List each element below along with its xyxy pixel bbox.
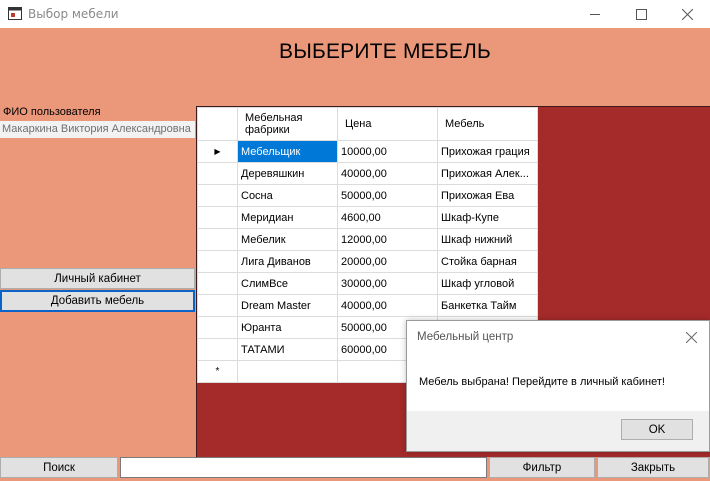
client-area: ВЫБЕРИТЕ МЕБЕЛЬ ФИО пользователя Макарки… <box>0 28 710 481</box>
filter-button[interactable]: Фильтр <box>489 457 595 478</box>
table-cell-factory[interactable]: Юранта <box>237 316 338 339</box>
row-header[interactable] <box>197 228 238 251</box>
row-header[interactable] <box>197 250 238 273</box>
close-icon <box>685 331 697 343</box>
table-row[interactable]: Лига Диванов 20000,00 Стойка барная <box>197 250 538 273</box>
row-header[interactable] <box>197 206 238 229</box>
personal-cabinet-button[interactable]: Личный кабинет <box>0 268 195 289</box>
table-cell-price[interactable]: 4600,00 <box>337 206 438 229</box>
row-header-corner <box>197 107 238 141</box>
table-cell-factory[interactable]: ТАТАМИ <box>237 338 338 361</box>
dialog-close-button[interactable] <box>681 327 701 347</box>
table-cell-furniture[interactable]: Шкаф угловой <box>437 272 538 295</box>
close-window-button[interactable] <box>664 0 710 28</box>
table-cell-factory[interactable]: Лига Диванов <box>237 250 338 273</box>
table-cell-factory[interactable]: Меридиан <box>237 206 338 229</box>
row-header[interactable] <box>197 316 238 339</box>
current-row-indicator: ▶ <box>197 140 238 163</box>
table-cell-furniture[interactable]: Прихожая Алек... <box>437 162 538 185</box>
table-cell-furniture[interactable]: Шкаф-Купе <box>437 206 538 229</box>
table-row[interactable]: Меридиан 4600,00 Шкаф-Купе <box>197 206 538 229</box>
table-cell-factory[interactable]: Dream Master <box>237 294 338 317</box>
maximize-icon <box>635 8 647 20</box>
new-row-indicator: * <box>197 360 238 383</box>
table-cell-factory[interactable]: Мебельщик <box>237 140 338 163</box>
table-row[interactable]: Dream Master 40000,00 Банкетка Тайм <box>197 294 538 317</box>
table-cell-factory[interactable]: Сосна <box>237 184 338 207</box>
title-bar: Выбор мебели <box>0 0 710 28</box>
dialog-footer: OK <box>407 411 709 451</box>
row-header[interactable] <box>197 294 238 317</box>
table-cell-factory[interactable] <box>237 360 338 383</box>
table-cell-price[interactable]: 20000,00 <box>337 250 438 273</box>
table-cell-price[interactable]: 10000,00 <box>337 140 438 163</box>
table-cell-furniture[interactable]: Банкетка Тайм <box>437 294 538 317</box>
column-header-price[interactable]: Цена <box>337 107 438 141</box>
table-cell-price[interactable]: 40000,00 <box>337 294 438 317</box>
user-label: ФИО пользователя <box>3 106 101 118</box>
dialog-title: Мебельный центр <box>417 331 514 343</box>
table-cell-furniture[interactable]: Стойка барная <box>437 250 538 273</box>
close-icon <box>681 8 693 20</box>
table-row[interactable]: Деревяшкин 40000,00 Прихожая Алек... <box>197 162 538 185</box>
close-button[interactable]: Закрыть <box>597 457 709 478</box>
row-header[interactable] <box>197 272 238 295</box>
dialog-message: Мебель выбрана! Перейдите в личный кабин… <box>419 376 665 388</box>
table-cell-price[interactable]: 30000,00 <box>337 272 438 295</box>
table-cell-factory[interactable]: СлимВсе <box>237 272 338 295</box>
page-title: ВЫБЕРИТЕ МЕБЕЛЬ <box>278 40 491 63</box>
row-header[interactable] <box>197 184 238 207</box>
table-cell-furniture[interactable]: Шкаф нижний <box>437 228 538 251</box>
table-cell-factory[interactable]: Деревяшкин <box>237 162 338 185</box>
app-icon <box>8 7 22 20</box>
table-row[interactable]: Сосна 50000,00 Прихожая Ева <box>197 184 538 207</box>
row-header[interactable] <box>197 162 238 185</box>
table-cell-price[interactable]: 40000,00 <box>337 162 438 185</box>
grid-header-row: Мебельная фабрики Цена Мебель <box>197 107 538 141</box>
table-cell-factory[interactable]: Мебелик <box>237 228 338 251</box>
search-input[interactable] <box>120 457 487 478</box>
row-header[interactable] <box>197 338 238 361</box>
add-furniture-button[interactable]: Добавить мебель <box>0 290 195 312</box>
window-title: Выбор мебели <box>28 7 119 21</box>
table-cell-furniture[interactable]: Прихожая грация <box>437 140 538 163</box>
table-cell-price[interactable]: 50000,00 <box>337 184 438 207</box>
maximize-button[interactable] <box>618 0 664 28</box>
table-row[interactable]: СлимВсе 30000,00 Шкаф угловой <box>197 272 538 295</box>
column-header-furniture[interactable]: Мебель <box>437 107 538 141</box>
message-dialog: Мебельный центр Мебель выбрана! Перейдит… <box>406 320 710 452</box>
table-cell-furniture[interactable]: Прихожая Ева <box>437 184 538 207</box>
table-cell-price[interactable]: 12000,00 <box>337 228 438 251</box>
minimize-button[interactable] <box>572 0 618 28</box>
table-row[interactable]: ▶ Мебельщик 10000,00 Прихожая грация <box>197 140 538 163</box>
search-button[interactable]: Поиск <box>0 457 118 478</box>
table-row[interactable]: Мебелик 12000,00 Шкаф нижний <box>197 228 538 251</box>
user-name-field[interactable]: Макаркина Виктория Александровна <box>0 121 195 138</box>
ok-button[interactable]: OK <box>621 419 693 440</box>
minimize-icon <box>590 14 600 15</box>
column-header-factory[interactable]: Мебельная фабрики <box>237 107 338 141</box>
